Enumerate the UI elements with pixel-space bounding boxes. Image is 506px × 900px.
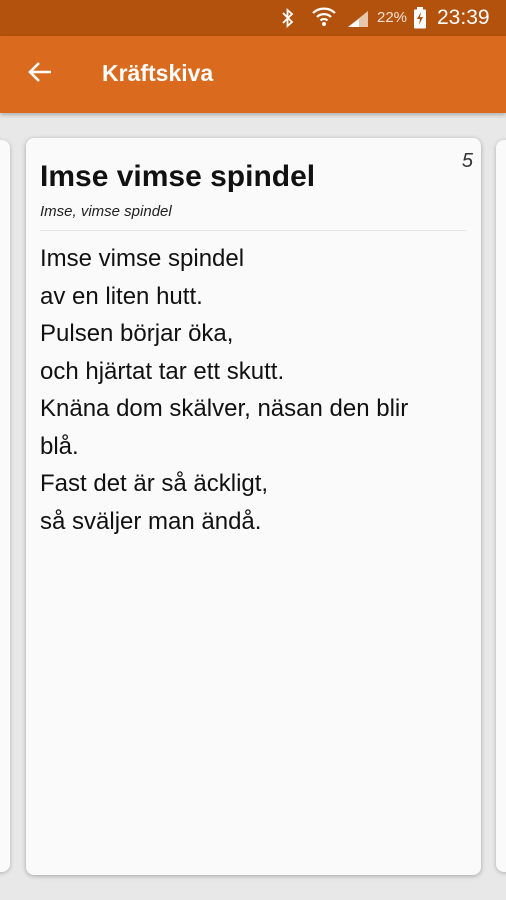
divider	[40, 230, 466, 231]
app-bar: Kräftskiva	[0, 36, 506, 113]
lyric-line: Knäna dom skälver, näsan den blir	[40, 395, 409, 422]
song-title: Imse vimse spindel	[40, 160, 316, 193]
lyric-line: Pulsen börjar öka,	[40, 320, 234, 347]
status-bar: 22% 23:39	[0, 0, 506, 36]
bluetooth-icon	[280, 7, 296, 33]
lyric-line: så sväljer man ändå.	[40, 507, 262, 535]
wifi-icon	[311, 5, 337, 34]
clock: 23:39	[437, 6, 490, 29]
song-lyrics: Imse vimse spindel av en liten hutt. Pul…	[40, 240, 472, 540]
song-melody: Imse, vimse spindel	[40, 203, 172, 220]
signal-icon	[346, 10, 370, 33]
next-song-card[interactable]	[496, 140, 506, 872]
lyric-line: Fast det är så äckligt,	[40, 470, 269, 497]
battery-percentage: 22%	[377, 9, 408, 26]
lyric-line: och hjärtat tar ett skutt.	[40, 357, 285, 385]
back-button[interactable]	[18, 54, 62, 94]
lyric-line: av en liten hutt.	[40, 282, 203, 310]
battery-charging-icon	[413, 7, 427, 34]
previous-song-card[interactable]	[0, 140, 10, 872]
arrow-left-icon	[27, 60, 53, 89]
song-number: 5	[461, 150, 473, 172]
app-title: Kräftskiva	[102, 60, 214, 86]
lyric-line: Imse vimse spindel	[40, 245, 245, 272]
lyric-line: blå.	[40, 432, 79, 460]
song-card: 5 Imse vimse spindel Imse, vimse spindel…	[26, 138, 481, 875]
